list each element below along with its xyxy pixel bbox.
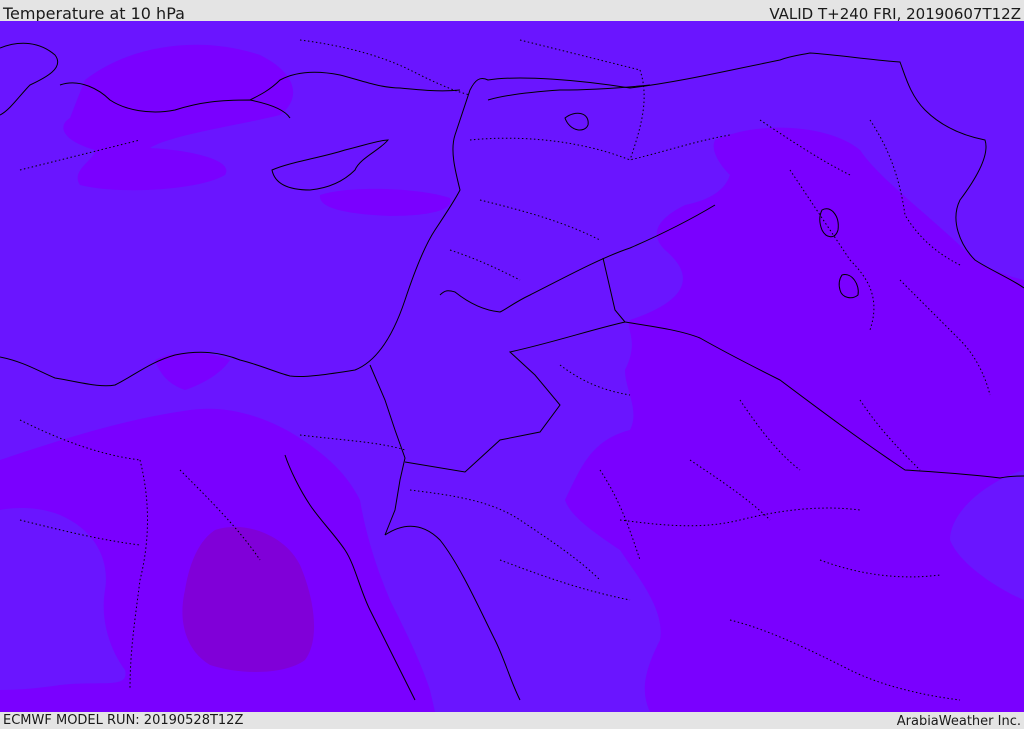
footer-bar: ECMWF MODEL RUN: 20190528T12Z ArabiaWeat… [0, 712, 1024, 729]
header-bar: Temperature at 10 hPa VALID T+240 FRI, 2… [0, 0, 1024, 23]
valid-time: VALID T+240 FRI, 20190607T12Z [769, 5, 1021, 23]
model-run-label: ECMWF MODEL RUN: 20190528T12Z [3, 713, 244, 728]
map-title: Temperature at 10 hPa [3, 4, 185, 23]
credit-label: ArabiaWeather Inc. [896, 714, 1021, 729]
map-canvas[interactable] [0, 21, 1024, 712]
